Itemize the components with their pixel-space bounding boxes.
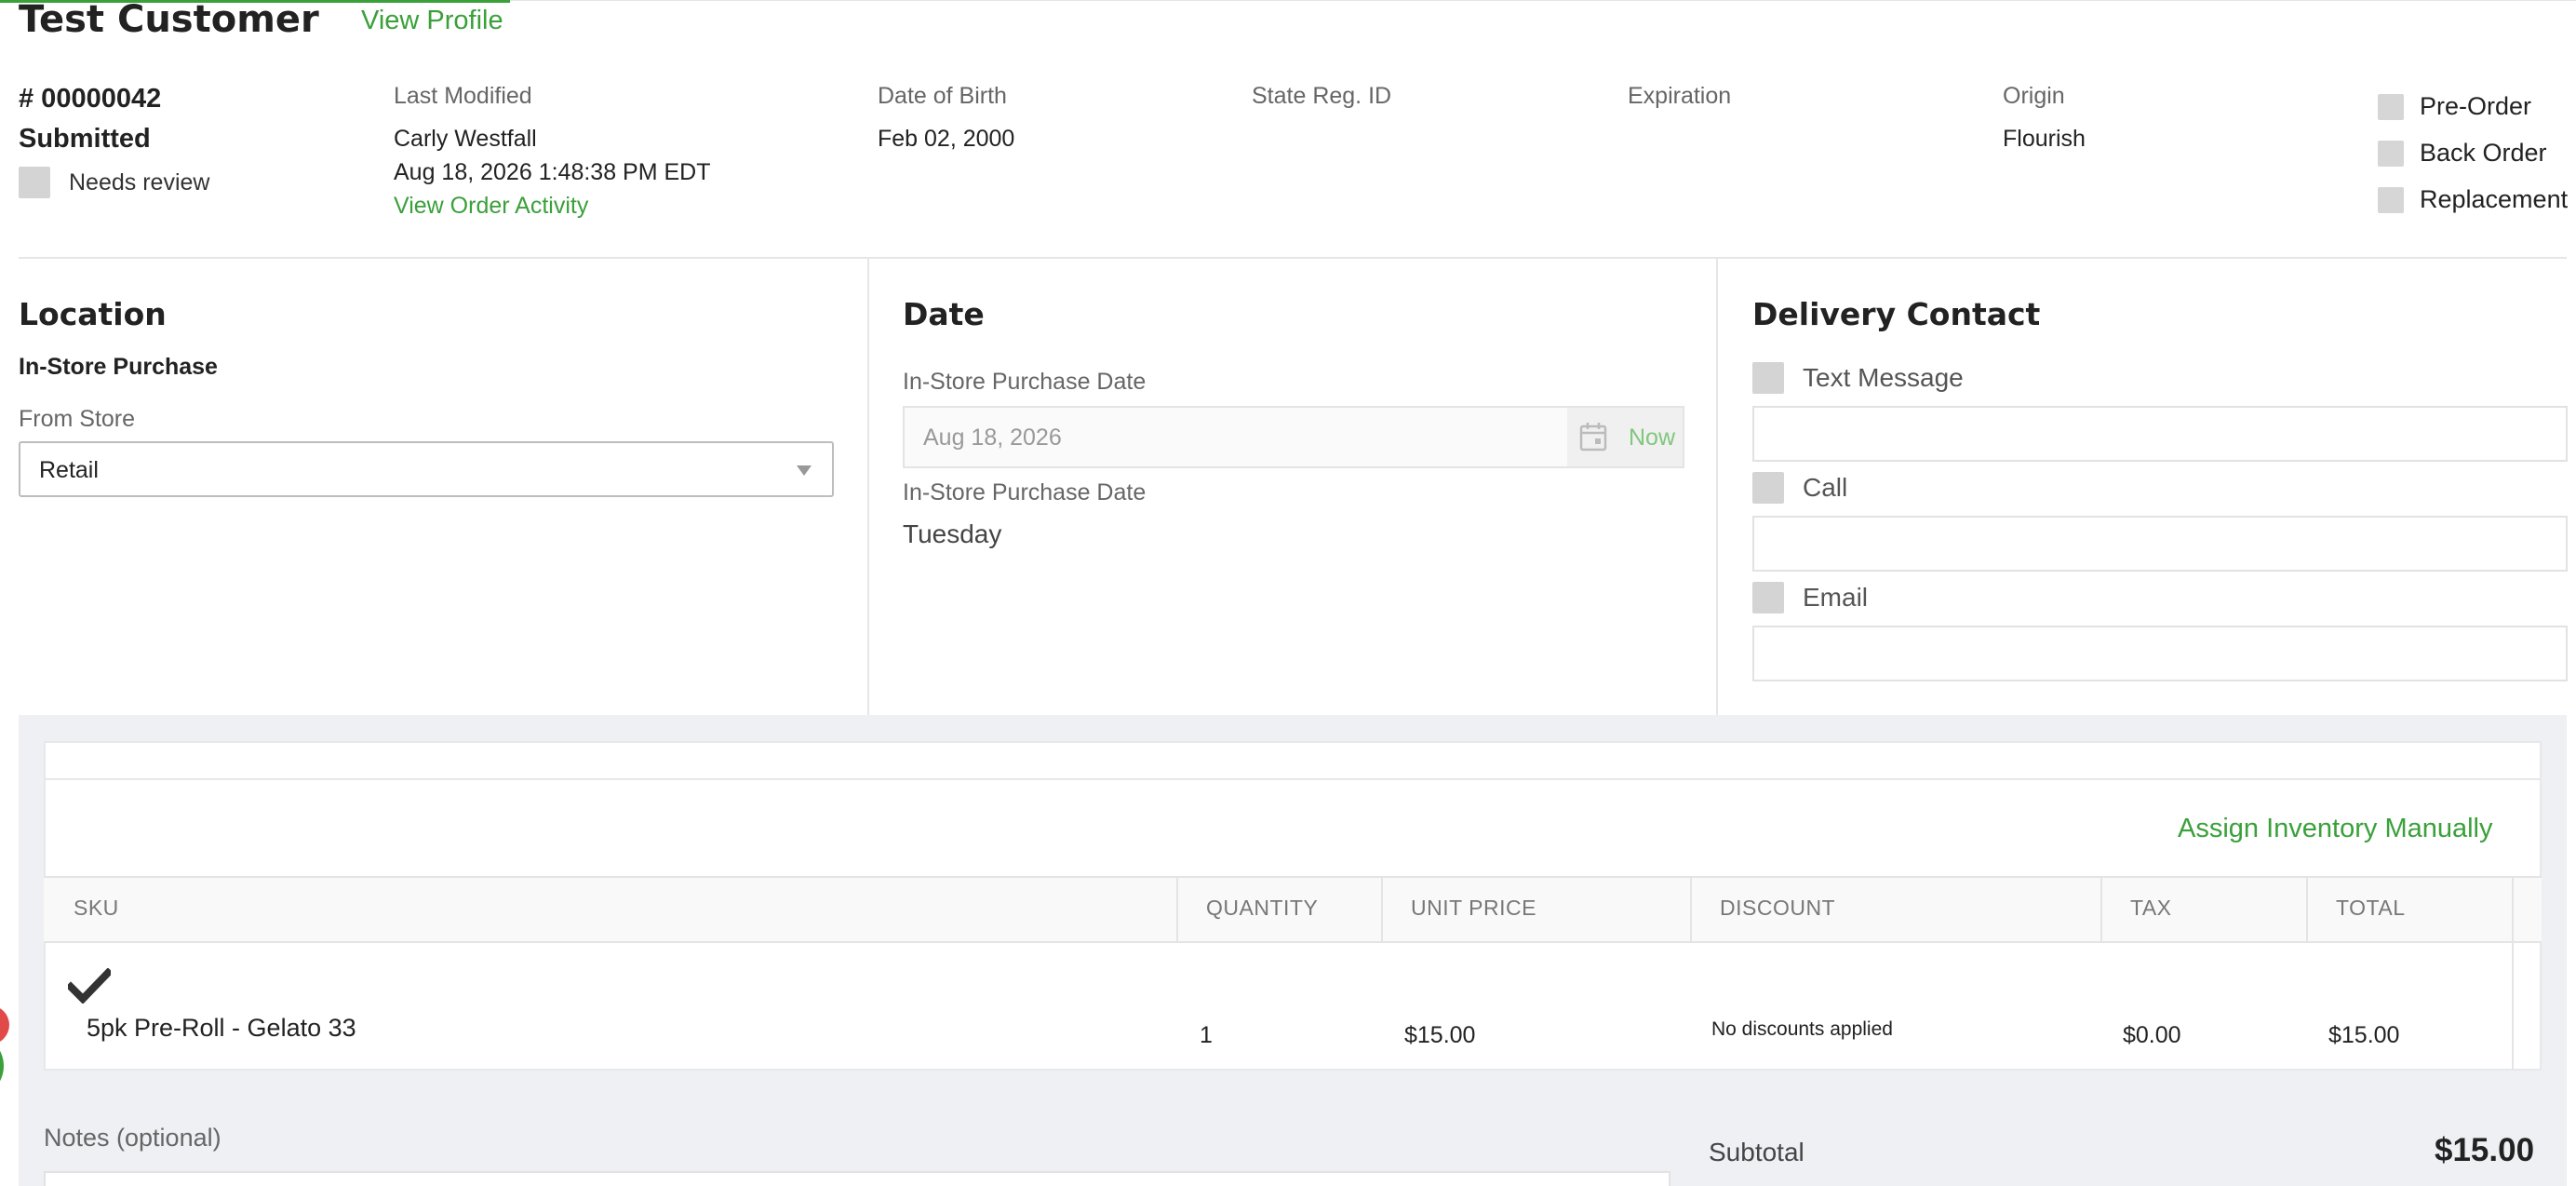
item-total: $15.00: [2328, 1022, 2400, 1048]
col-sku: SKU: [74, 896, 119, 920]
column-separator: [2512, 876, 2514, 1071]
dob-label: Date of Birth: [878, 83, 1007, 109]
col-unit-price: UNIT PRICE: [1411, 896, 1536, 920]
text-message-input[interactable]: [1752, 406, 2568, 462]
checkbox-box[interactable]: [2378, 93, 2404, 120]
header-divider: [19, 257, 2567, 259]
item-sku: 5pk Pre-Roll - Gelato 33: [87, 1014, 356, 1042]
text-message-label: Text Message: [1803, 363, 1964, 392]
dropdown-caret-icon: [797, 465, 812, 476]
calendar-button[interactable]: [1567, 408, 1619, 466]
column-divider: [1716, 259, 1718, 715]
purchase-day-value: Tuesday: [903, 519, 1002, 548]
table-row: 5pk Pre-Roll - Gelato 33 1 $15.00 No dis…: [44, 943, 2512, 1071]
calendar-icon: [1579, 423, 1607, 451]
items-card-divider: [44, 778, 2542, 780]
state-reg-label: State Reg. ID: [1252, 83, 1392, 109]
order-number: # 00000042: [19, 84, 162, 114]
column-separator: [2306, 876, 2308, 943]
column-separator: [1176, 876, 1178, 943]
needs-review-checkbox[interactable]: Needs review: [19, 167, 209, 198]
replacement-checkbox[interactable]: Replacement: [2378, 185, 2568, 214]
pre-order-checkbox[interactable]: Pre-Order: [2378, 92, 2531, 121]
column-separator: [2100, 876, 2102, 943]
notification-badge[interactable]: [0, 1005, 9, 1044]
last-modified-at: Aug 18, 2026 1:48:38 PM EDT: [394, 159, 711, 185]
email-input[interactable]: [1752, 626, 2568, 681]
checkbox-box[interactable]: [1752, 362, 1784, 394]
column-divider: [867, 259, 869, 715]
assign-inventory-link[interactable]: Assign Inventory Manually: [2178, 814, 2493, 844]
checkbox-box[interactable]: [1752, 582, 1784, 613]
from-store-label: From Store: [19, 406, 136, 432]
checkbox-box[interactable]: [1752, 472, 1784, 504]
col-total: TOTAL: [2336, 896, 2406, 920]
needs-review-label: Needs review: [69, 168, 210, 195]
call-label: Call: [1803, 473, 1848, 502]
back-order-label: Back Order: [2420, 139, 2547, 167]
delivery-title: Delivery Contact: [1752, 296, 2041, 332]
item-unit-price: $15.00: [1404, 1022, 1476, 1048]
subtotal-label: Subtotal: [1709, 1138, 1805, 1166]
customer-name: Test Customer: [19, 0, 319, 41]
subtotal-value: $15.00: [2435, 1132, 2535, 1168]
pre-order-label: Pre-Order: [2420, 92, 2532, 120]
col-quantity: QUANTITY: [1206, 896, 1319, 920]
checkbox-box[interactable]: [2378, 186, 2404, 213]
chat-bubble-button[interactable]: [0, 1033, 4, 1098]
column-separator: [1690, 876, 1692, 943]
item-tax: $0.00: [2123, 1022, 2181, 1048]
order-status: Submitted: [19, 124, 151, 154]
purchase-type: In-Store Purchase: [19, 354, 218, 380]
last-modified-by: Carly Westfall: [394, 126, 537, 152]
store-select[interactable]: Retail: [19, 441, 834, 497]
purchase-date-value: Aug 18, 2026: [923, 425, 1062, 451]
checkbox-box[interactable]: [19, 167, 50, 198]
back-order-checkbox[interactable]: Back Order: [2378, 139, 2547, 168]
purchase-date-label: In-Store Purchase Date: [903, 369, 1147, 395]
col-discount: DISCOUNT: [1720, 896, 1836, 920]
call-input[interactable]: [1752, 516, 2568, 572]
purchase-day-label: In-Store Purchase Date: [903, 479, 1147, 505]
item-quantity: 1: [1200, 1022, 1213, 1048]
expiration-label: Expiration: [1628, 83, 1732, 109]
call-checkbox[interactable]: Call: [1752, 472, 1847, 504]
col-tax: TAX: [2130, 896, 2172, 920]
notes-input[interactable]: [44, 1171, 1670, 1186]
item-discount: No discounts applied: [1711, 1018, 1893, 1040]
top-border: [510, 0, 2576, 1]
store-select-value: Retail: [39, 457, 99, 483]
checkbox-box[interactable]: [2378, 140, 2404, 167]
email-label: Email: [1803, 583, 1869, 612]
location-title: Location: [19, 296, 167, 332]
text-message-checkbox[interactable]: Text Message: [1752, 362, 1964, 394]
column-separator: [1381, 876, 1383, 943]
last-modified-label: Last Modified: [394, 83, 532, 109]
origin-value: Flourish: [2003, 126, 2086, 152]
now-button-label: Now: [1629, 425, 1676, 451]
replacement-label: Replacement: [2420, 185, 2569, 213]
date-title: Date: [903, 296, 985, 332]
view-order-activity-link[interactable]: View Order Activity: [394, 193, 588, 220]
purchase-date-input[interactable]: Aug 18, 2026 Now: [903, 406, 1684, 468]
check-icon: [68, 968, 111, 1004]
now-button[interactable]: Now: [1619, 408, 1683, 466]
view-profile-link[interactable]: View Profile: [361, 6, 503, 36]
origin-label: Origin: [2003, 83, 2065, 109]
dob-value: Feb 02, 2000: [878, 126, 1015, 152]
notes-label: Notes (optional): [44, 1124, 221, 1152]
email-checkbox[interactable]: Email: [1752, 582, 1868, 613]
